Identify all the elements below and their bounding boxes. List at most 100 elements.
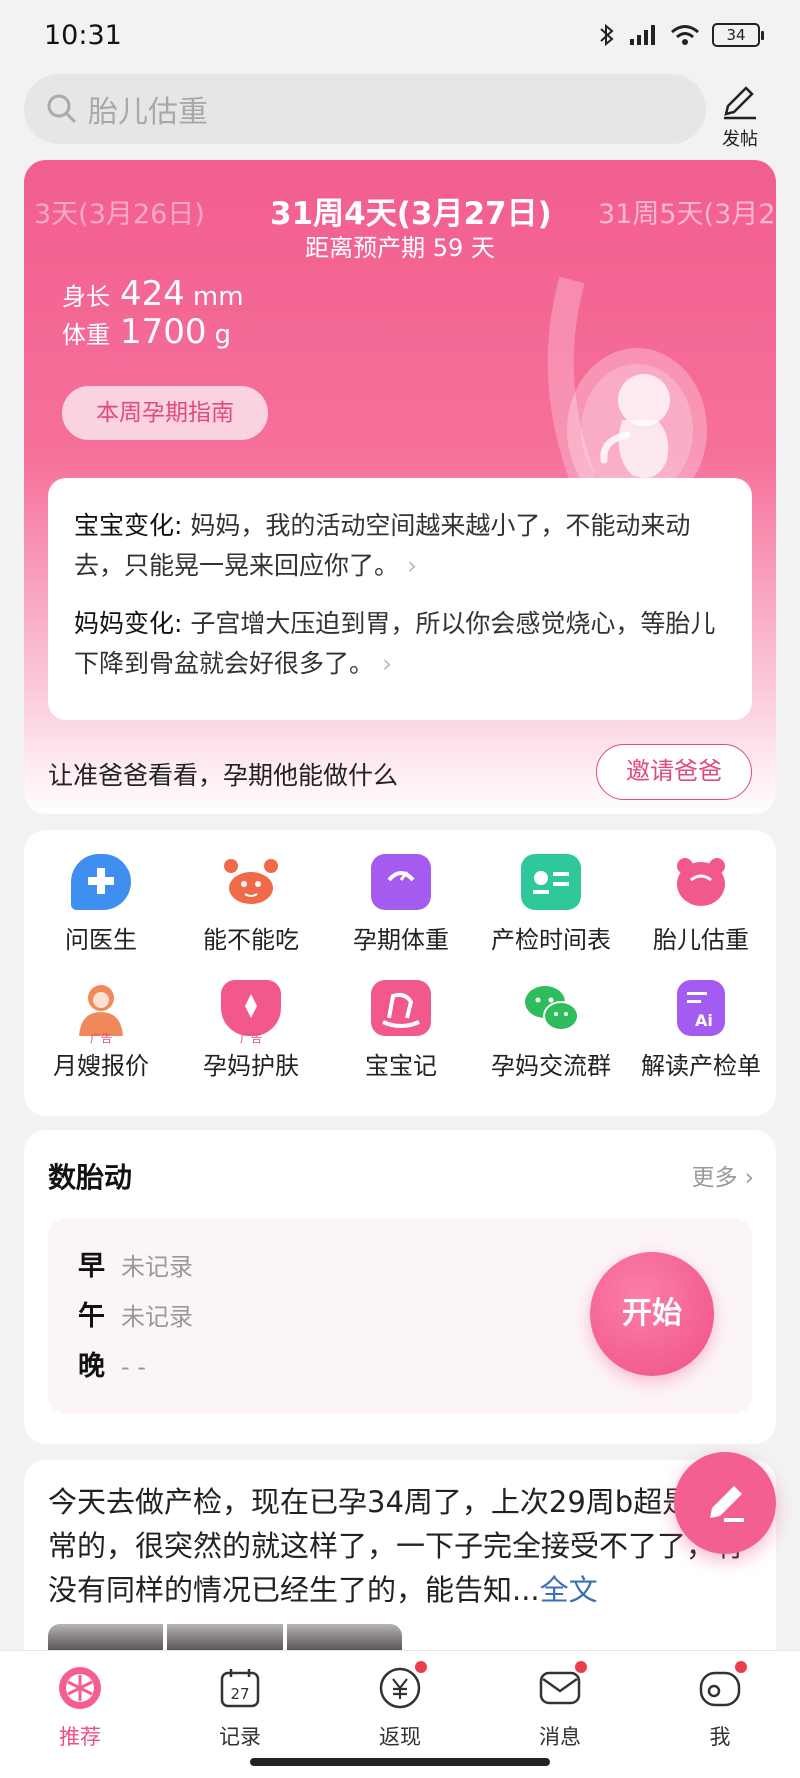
- tab-label: 返现: [379, 1725, 421, 1749]
- ad-tag: 广告: [240, 1032, 262, 1045]
- more-link[interactable]: 更多 ›: [691, 1158, 754, 1192]
- profile-icon: [697, 1659, 749, 1711]
- tool-label: 能不能吃: [203, 926, 299, 954]
- section-title: 数胎动: [48, 1161, 133, 1194]
- skincare-icon: [221, 980, 281, 1036]
- length-value: 424: [120, 274, 185, 314]
- tool-label: 孕妈交流群: [491, 1052, 611, 1080]
- notification-dot: [733, 1659, 749, 1675]
- tool-label: 月嫂报价: [53, 1052, 149, 1080]
- tool-nanny-price[interactable]: 广告 月嫂报价: [26, 980, 176, 1081]
- compose-button[interactable]: [674, 1452, 776, 1554]
- noon-row: 午未记录: [78, 1294, 193, 1333]
- crab-icon: [221, 854, 281, 910]
- changes-panel: 宝宝变化: 妈妈，我的活动空间越来越小了，不能动来动去，只能晃一晃来回应你了。 …: [48, 478, 752, 720]
- tool-pregnancy-weight[interactable]: 孕期体重: [326, 854, 476, 955]
- fetal-movement-panel: 早未记录 午未记录 晚 - - 开始: [48, 1218, 752, 1414]
- home-icon: [57, 1665, 103, 1711]
- tool-checkup-schedule[interactable]: 产检时间表: [476, 854, 626, 955]
- calendar-date: 27: [230, 1685, 249, 1703]
- tool-label: 孕妈护肤: [203, 1052, 299, 1080]
- tool-label: 胎儿估重: [653, 926, 749, 954]
- tab-recommend[interactable]: 推荐: [30, 1665, 130, 1751]
- mom-change-label: 妈妈变化:: [74, 609, 183, 638]
- invite-text: 让准爸爸看看，孕期他能做什么: [48, 761, 399, 790]
- calendar-icon: 27: [217, 1665, 263, 1711]
- weight-unit: g: [214, 320, 232, 350]
- noon-value: 未记录: [121, 1303, 193, 1331]
- start-button[interactable]: 开始: [590, 1252, 714, 1376]
- tool-label: 宝宝记: [365, 1052, 437, 1080]
- rocking-horse-icon: [371, 980, 431, 1036]
- tab-messages[interactable]: 消息: [510, 1659, 610, 1751]
- post-button[interactable]: 发帖: [710, 84, 770, 151]
- tool-fetal-weight[interactable]: 胎儿估重: [626, 854, 776, 955]
- chevron-right-icon: ›: [406, 551, 417, 580]
- mom-change[interactable]: 妈妈变化: 子宫增大压迫到胃，所以你会感觉烧心，等胎儿下降到骨盆就会好很多了。 …: [74, 604, 726, 684]
- tab-me[interactable]: 我: [670, 1659, 770, 1751]
- weight-label: 体重: [62, 321, 110, 349]
- baby-weight: 体重 1700 g: [62, 312, 231, 352]
- scale-icon: [371, 854, 431, 910]
- schedule-icon: [521, 854, 581, 910]
- noon-label: 午: [78, 1301, 105, 1332]
- post-body: 今天去做产检，现在已孕34周了，上次29周b超是正常的，很突然的就这样了，一下子…: [48, 1485, 745, 1607]
- search-icon: [47, 94, 77, 124]
- tool-label: 孕期体重: [353, 926, 449, 954]
- invite-dad-row: 让准爸爸看看，孕期他能做什么 邀请爸爸: [48, 744, 752, 800]
- invite-dad-button[interactable]: 邀请爸爸: [596, 744, 752, 800]
- next-day[interactable]: 31周5天(3月2: [598, 192, 775, 231]
- tool-mom-group[interactable]: 孕妈交流群: [476, 980, 626, 1081]
- search-placeholder: 胎儿估重: [88, 95, 208, 130]
- tool-read-report[interactable]: Ai 解读产检单: [626, 980, 776, 1081]
- feed-post[interactable]: 今天去做产检，现在已孕34周了，上次29周b超是正常的，很突然的就这样了，一下子…: [24, 1460, 776, 1660]
- pencil-icon: [710, 1486, 744, 1522]
- tab-cashback[interactable]: 返现: [350, 1659, 450, 1751]
- tool-label: 产检时间表: [491, 926, 611, 954]
- search-bar[interactable]: 胎儿估重: [24, 74, 706, 144]
- clock: 10:31: [44, 20, 122, 51]
- post-label: 发帖: [722, 129, 758, 150]
- evening-label: 晚: [78, 1351, 105, 1382]
- tab-records[interactable]: 27 记录: [190, 1665, 290, 1751]
- battery-icon: 34: [712, 23, 764, 47]
- due-date-countdown: 距离预产期 59 天: [305, 234, 495, 262]
- read-full-link[interactable]: 全文: [540, 1573, 598, 1607]
- day-selector[interactable]: 3天(3月26日) 31周4天(3月27日) 31周5天(3月2: [24, 188, 776, 232]
- tool-skincare[interactable]: 广告 孕妈护肤: [176, 980, 326, 1081]
- baby-length: 身长 424 mm: [62, 274, 244, 314]
- evening-value: - -: [121, 1353, 146, 1381]
- wifi-icon: [671, 25, 699, 45]
- tools-grid: 问医生 能不能吃 孕期体重 产检时间表 胎儿估重 广告 月嫂报价 广告 孕妈护肤…: [24, 830, 776, 1116]
- tool-baby-diary[interactable]: 宝宝记: [326, 980, 476, 1081]
- baby-change[interactable]: 宝宝变化: 妈妈，我的活动空间越来越小了，不能动来动去，只能晃一晃来回应你了。 …: [74, 506, 726, 586]
- bear-icon: [671, 854, 731, 910]
- tool-label: 解读产检单: [641, 1052, 761, 1080]
- pregnancy-week-card: 3天(3月26日) 31周4天(3月27日) 31周5天(3月2 距离预产期 5…: [24, 160, 776, 814]
- previous-day[interactable]: 3天(3月26日): [34, 192, 205, 231]
- tool-can-eat[interactable]: 能不能吃: [176, 854, 326, 955]
- fetal-movement-card: 数胎动 更多 › 早未记录 午未记录 晚 - - 开始: [24, 1130, 776, 1444]
- home-indicator: [250, 1758, 550, 1766]
- tab-label: 消息: [539, 1725, 581, 1749]
- weekly-guide-button[interactable]: 本周孕期指南: [62, 386, 268, 440]
- morning-label: 早: [78, 1251, 105, 1282]
- bluetooth-icon: [600, 23, 614, 47]
- pen-icon: [724, 86, 756, 120]
- wechat-icon: [521, 980, 581, 1036]
- tool-ask-doctor[interactable]: 问医生: [26, 854, 176, 955]
- ai-report-icon: Ai: [677, 980, 725, 1036]
- more-label: 更多: [691, 1165, 738, 1191]
- status-bar: 10:31 34: [0, 0, 800, 72]
- status-icons: 34: [598, 22, 764, 48]
- notification-dot: [573, 1659, 589, 1675]
- yuan-icon: [377, 1659, 429, 1711]
- morning-value: 未记录: [121, 1253, 193, 1281]
- notification-dot: [413, 1659, 429, 1675]
- tab-label: 我: [709, 1725, 731, 1749]
- baby-change-label: 宝宝变化:: [74, 511, 183, 540]
- length-label: 身长: [62, 283, 110, 311]
- tab-label: 推荐: [59, 1725, 101, 1749]
- signal-icon: [630, 25, 655, 45]
- chevron-right-icon: ›: [744, 1165, 754, 1191]
